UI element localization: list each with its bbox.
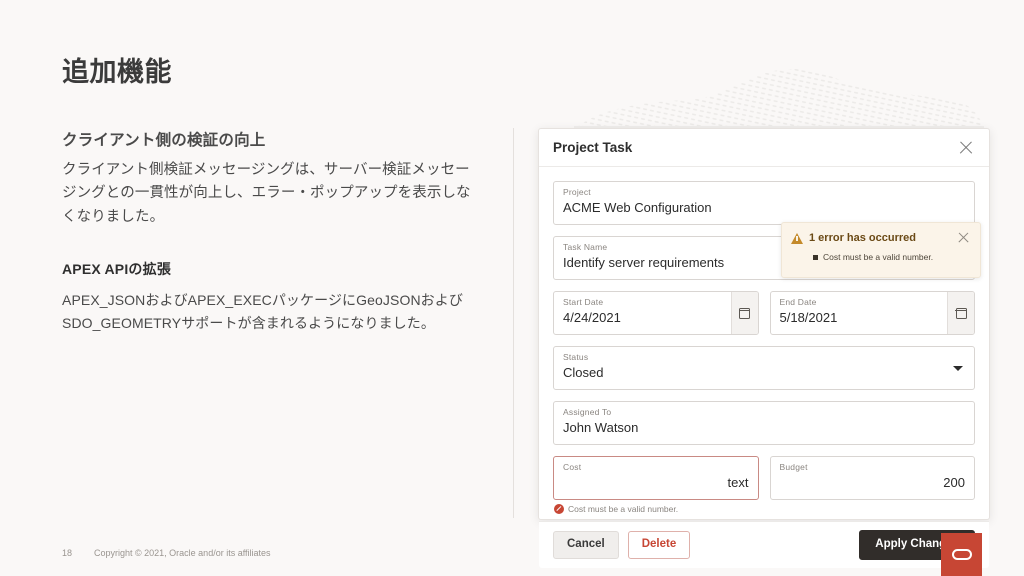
- budget-value: 200: [943, 475, 965, 491]
- project-label: Project: [563, 187, 591, 197]
- status-field[interactable]: Status Closed: [553, 346, 975, 390]
- close-icon[interactable]: [957, 231, 971, 245]
- row-assigned-to: Assigned To John Watson: [553, 401, 975, 445]
- assigned-to-value: John Watson: [563, 420, 639, 436]
- calendar-icon[interactable]: [730, 292, 758, 334]
- warning-triangle-icon: [791, 232, 803, 244]
- row-project: Project ACME Web Configuration: [553, 181, 975, 225]
- row-status: Status Closed: [553, 346, 975, 390]
- start-date-field[interactable]: Start Date 4/24/2021: [553, 291, 759, 335]
- start-date-label: Start Date: [563, 297, 604, 307]
- oracle-logo: [941, 533, 982, 576]
- error-notification-header: 1 error has occurred: [791, 231, 971, 245]
- budget-label: Budget: [779, 462, 808, 472]
- section-heading: APEX APIの拡張: [62, 261, 172, 278]
- budget-field[interactable]: Budget 200: [769, 456, 975, 500]
- slide-number: 18: [62, 548, 73, 558]
- cost-value: text: [727, 475, 749, 491]
- project-value: ACME Web Configuration: [563, 200, 712, 216]
- section-client-validation: クライアント側の検証の向上 クライアント側検証メッセージングは、サーバー検証メッ…: [62, 128, 482, 229]
- assigned-to-field[interactable]: Assigned To John Watson: [553, 401, 975, 445]
- cost-error-text: Cost must be a valid number.: [568, 504, 679, 514]
- slide-canvas: 追加機能 クライアント側の検証の向上 クライアント側検証メッセージングは、サーバ…: [0, 0, 1024, 576]
- error-circle-icon: [554, 504, 564, 514]
- dialog-footer: Cancel Delete Apply Changes: [539, 521, 989, 568]
- cost-inline-error: Cost must be a valid number.: [554, 504, 975, 514]
- assigned-to-label: Assigned To: [563, 407, 612, 417]
- cost-label: Cost: [563, 462, 582, 472]
- end-date-field[interactable]: End Date 5/18/2021: [769, 291, 975, 335]
- cost-field[interactable]: Cost text: [553, 456, 759, 500]
- bullet-icon: [813, 254, 818, 260]
- project-field[interactable]: Project ACME Web Configuration: [553, 181, 975, 225]
- content-column: クライアント側の検証の向上 クライアント側検証メッセージングは、サーバー検証メッ…: [62, 128, 482, 335]
- error-notification: 1 error has occurred Cost must be a vali…: [781, 222, 981, 278]
- end-date-label: End Date: [779, 297, 817, 307]
- error-notification-list: Cost must be a valid number.: [813, 252, 971, 262]
- column-divider: [513, 128, 514, 518]
- dialog-body: Project ACME Web Configuration Task Name…: [539, 167, 989, 521]
- copyright-text: Copyright © 2021, Oracle and/or its affi…: [94, 548, 271, 558]
- chevron-down-icon[interactable]: [953, 366, 963, 371]
- dialog-title: Project Task: [553, 140, 633, 155]
- calendar-icon[interactable]: [947, 292, 974, 334]
- status-label: Status: [563, 352, 589, 362]
- section-apex-api: APEX APIの拡張 APEX_JSONおよびAPEX_EXECパッケージにG…: [62, 259, 482, 334]
- status-value: Closed: [563, 365, 604, 381]
- project-task-dialog: Project Task Project ACME Web Configurat…: [538, 128, 990, 568]
- dialog-header: Project Task: [539, 129, 989, 167]
- section-heading: クライアント側の検証の向上: [62, 132, 266, 149]
- end-date-value: 5/18/2021: [779, 310, 838, 326]
- oracle-o-mark: [951, 549, 972, 560]
- calendar-glyph: [738, 307, 751, 319]
- cancel-button[interactable]: Cancel: [553, 531, 619, 559]
- error-notification-title: 1 error has occurred: [809, 232, 916, 244]
- calendar-glyph: [955, 307, 967, 319]
- decorative-texture: [574, 68, 984, 128]
- page-title: 追加機能: [62, 57, 172, 87]
- start-date-value: 4/24/2021: [563, 310, 621, 326]
- section-body: APEX_JSONおよびAPEX_EXECパッケージにGeoJSONおよびSDO…: [62, 292, 463, 332]
- row-cost-budget: Cost text Budget 200: [553, 456, 975, 500]
- delete-button[interactable]: Delete: [627, 531, 691, 559]
- error-notification-item: Cost must be a valid number.: [823, 252, 934, 262]
- close-icon[interactable]: [957, 139, 975, 157]
- section-body: クライアント側検証メッセージングは、サーバー検証メッセージングとの一貫性が向上し…: [62, 162, 471, 225]
- row-dates: Start Date 4/24/2021 End Date 5/18/2021: [553, 291, 975, 335]
